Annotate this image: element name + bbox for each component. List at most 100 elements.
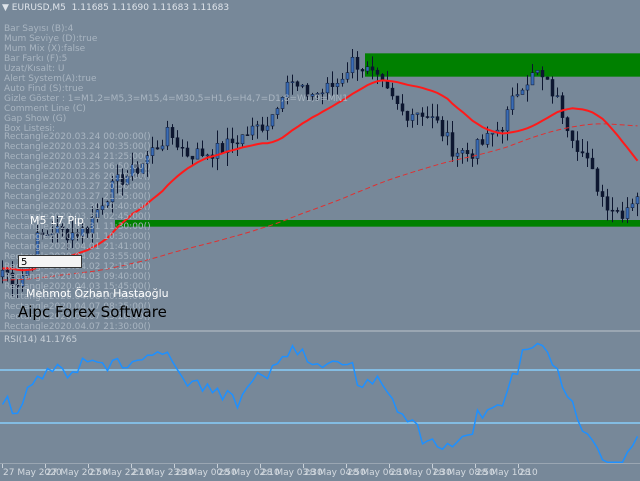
setting-line: Gizle Göster : 1=M1,2=M5,3=M15,4=M30,5=H…	[4, 94, 348, 104]
bear-candle	[295, 81, 300, 87]
bull-candle	[415, 112, 420, 115]
bear-candle	[405, 110, 410, 121]
setting-line: Mum Seviye (D):true	[4, 34, 98, 44]
box-list-item: Rectangle2020.03.24 21:25:00()	[4, 152, 151, 162]
rsi-panel[interactable]: RSI(14) 41.1765	[0, 332, 640, 463]
bear-candle	[605, 196, 610, 211]
price-chart[interactable]: ▼ EURUSD,M5 1.11685 1.11690 1.11683 1.11…	[0, 0, 640, 332]
bull-candle	[240, 134, 245, 145]
box-list-item: Rectangle2020.03.27 20:50:00()	[4, 182, 151, 192]
bear-candle	[560, 95, 565, 118]
bear-candle	[500, 129, 505, 132]
bull-candle	[520, 89, 525, 95]
bull-candle	[350, 56, 355, 73]
bull-candle	[625, 207, 630, 219]
box-list-item: Rectangle2020.03.24 00:35:00()	[4, 142, 151, 152]
quote-label: 1.11685 1.11690 1.11683 1.11683	[71, 3, 230, 13]
bull-candle	[430, 116, 435, 118]
setting-line: Mum Mix (X):false	[4, 44, 86, 54]
bull-candle	[530, 72, 535, 86]
bull-candle	[515, 94, 520, 97]
bull-candle	[150, 147, 155, 156]
bull-candle	[195, 148, 200, 160]
bear-candle	[190, 155, 195, 160]
bull-candle	[410, 114, 415, 121]
bull-candle	[485, 133, 490, 145]
bear-candle	[360, 69, 365, 72]
setting-line: Bar Sayısı (B):4	[4, 24, 74, 34]
setting-line: Uzat/Kısalt: U	[4, 64, 65, 74]
setting-line: Auto Find (S):true	[4, 84, 84, 94]
bull-candle	[265, 125, 270, 131]
supply-demand-zone	[365, 53, 640, 77]
bear-candle	[545, 76, 550, 80]
setting-line: Comment Line (C)	[4, 104, 86, 114]
bear-candle	[440, 119, 445, 137]
box-list-item: Rectangle2020.03.25 06:50:00()	[4, 162, 151, 172]
box-list-item: Rectangle2020.03.26 20:10:00()	[4, 172, 151, 182]
bear-candle	[570, 130, 575, 141]
bear-candle	[435, 116, 440, 121]
bear-candle	[600, 191, 605, 197]
bear-candle	[235, 142, 240, 145]
box-list-item: Rectangle2020.03.27 21:55:00()	[4, 192, 151, 202]
pip-label: M5 17 Pip	[30, 214, 84, 227]
bear-candle	[585, 152, 590, 159]
bull-candle	[345, 72, 350, 80]
bear-candle	[590, 157, 595, 170]
bear-candle	[480, 139, 485, 145]
bear-candle	[420, 112, 425, 117]
bull-candle	[340, 78, 345, 84]
supply-demand-zone	[115, 220, 640, 227]
bull-candle	[490, 132, 495, 135]
bear-candle	[550, 79, 555, 97]
bull-candle	[250, 125, 255, 136]
bear-candle	[620, 210, 625, 219]
bull-candle	[300, 84, 305, 87]
author-label: Mehmot Özhan Hastaoğlu	[26, 287, 169, 300]
bull-candle	[335, 82, 340, 87]
bull-candle	[555, 95, 560, 97]
bear-candle	[180, 146, 185, 149]
bull-candle	[275, 108, 280, 115]
bear-candle	[395, 95, 400, 105]
rsi-chart	[0, 342, 640, 463]
bull-candle	[635, 196, 640, 205]
box-list-item: Rectangle2020.04.03 09:40:00()	[4, 272, 151, 282]
bear-candle	[450, 132, 455, 157]
bull-candle	[165, 127, 170, 147]
box-count-label: 5	[18, 255, 82, 268]
triangle-down-icon[interactable]: ▼	[2, 3, 9, 13]
rsi-label: RSI(14) 41.1765	[4, 335, 78, 345]
bear-candle	[155, 147, 160, 150]
bear-candle	[170, 127, 175, 138]
box-list-item: Rectangle2020.03.24 00:00:00()	[4, 132, 151, 142]
bull-candle	[510, 95, 515, 110]
rsi-line	[1, 342, 639, 463]
bear-candle	[385, 80, 390, 89]
bull-candle	[535, 70, 540, 73]
bear-candle	[425, 116, 430, 118]
bear-candle	[185, 147, 190, 157]
chart-header: ▼ EURUSD,M5 1.11685 1.11690 1.11683 1.11…	[2, 3, 229, 13]
bear-candle	[330, 82, 335, 87]
bear-candle	[540, 70, 545, 78]
bear-candle	[370, 66, 375, 71]
bull-candle	[525, 84, 530, 91]
symbol-label: EURUSD,M5	[11, 3, 66, 13]
bull-candle	[445, 132, 450, 137]
brand-label: Aipc Forex Software	[18, 303, 167, 321]
bull-candle	[455, 152, 460, 157]
bear-candle	[230, 138, 235, 144]
bull-candle	[160, 145, 165, 150]
bear-candle	[375, 69, 380, 75]
setting-line: Alert System(A):true	[4, 74, 97, 84]
bull-candle	[255, 124, 260, 127]
bear-candle	[200, 148, 205, 157]
bear-candle	[390, 87, 395, 97]
bear-candle	[220, 143, 225, 153]
time-label: 28	[519, 468, 531, 478]
box-list-item: Rectangle2020.04.01 21:41:00()	[4, 242, 151, 252]
time-axis: 27 May 2020 27 May 20:50 27 May 22:10 27 Ma…	[0, 463, 640, 481]
bear-candle	[610, 209, 615, 212]
